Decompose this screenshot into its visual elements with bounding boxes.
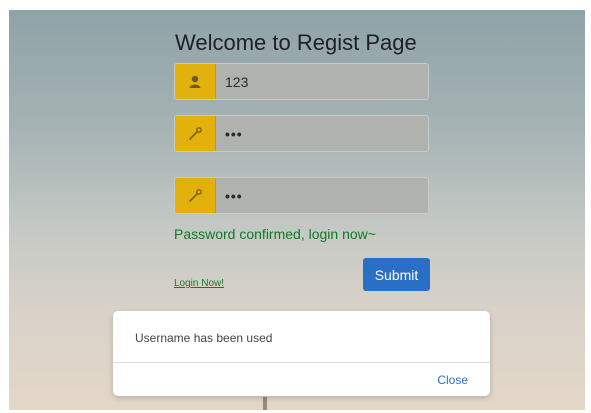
dialog-divider bbox=[113, 362, 490, 363]
confirm-password-field[interactable]: ••• bbox=[174, 177, 429, 214]
alert-dialog: Username has been used Close bbox=[113, 311, 490, 396]
page-title: Welcome to Regist Page bbox=[175, 30, 417, 55]
login-link[interactable]: Login Now! bbox=[174, 278, 224, 289]
password-value[interactable]: ••• bbox=[225, 116, 243, 151]
confirm-password-value[interactable]: ••• bbox=[225, 178, 243, 213]
close-button[interactable]: Close bbox=[437, 373, 468, 387]
user-icon bbox=[175, 64, 216, 99]
username-value[interactable]: 123 bbox=[225, 64, 248, 99]
username-field[interactable]: 123 bbox=[174, 63, 429, 100]
key-icon bbox=[175, 116, 216, 151]
submit-button[interactable]: Submit bbox=[363, 258, 430, 291]
password-field[interactable]: ••• bbox=[174, 115, 429, 152]
key-icon bbox=[175, 178, 216, 213]
status-message: Password confirmed, login now~ bbox=[174, 226, 376, 242]
dialog-message: Username has been used bbox=[135, 331, 273, 345]
background-mark bbox=[263, 397, 267, 410]
